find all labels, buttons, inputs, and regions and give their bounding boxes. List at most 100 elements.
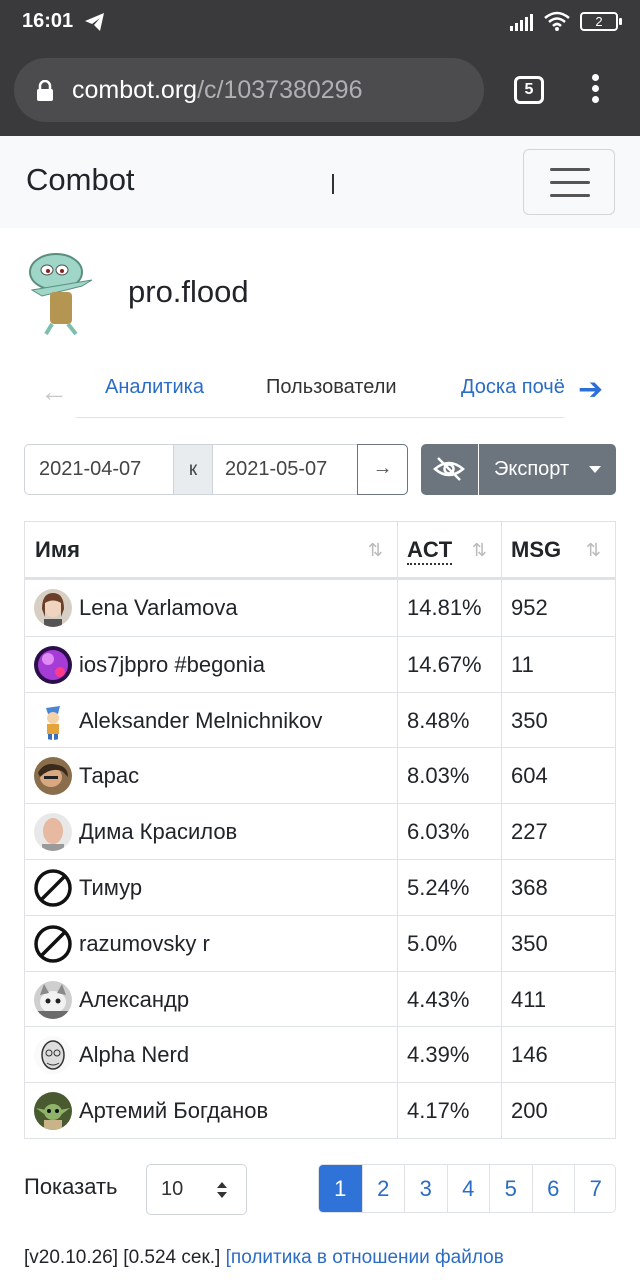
user-activity: 8.48% — [407, 707, 470, 733]
user-messages: 411 — [511, 986, 547, 1012]
user-avatar — [34, 1036, 72, 1075]
user-avatar — [34, 1092, 72, 1131]
export-label: Экспорт — [494, 458, 570, 480]
user-avatar — [34, 813, 72, 852]
more-menu-icon[interactable] — [590, 74, 600, 107]
group-title: pro.flood — [128, 274, 249, 309]
page-link-4[interactable]: 4 — [446, 1165, 490, 1212]
eye-off-icon — [433, 457, 465, 481]
table-header: Имя ⇅ ACT ⇅ MSG ⇅ — [25, 522, 615, 580]
pagination: 1 2 3 4 5 6 7 — [318, 1164, 616, 1213]
date-to-input[interactable]: 2021-05-07 — [225, 445, 327, 494]
table-row[interactable]: Артемий Богданов 4.17% 200 — [25, 1082, 615, 1138]
user-messages: 350 — [511, 707, 548, 733]
menu-toggle-button[interactable] — [523, 149, 615, 215]
page-link-1[interactable]: 1 — [319, 1165, 362, 1212]
user-avatar — [34, 701, 72, 740]
page-link-3[interactable]: 3 — [404, 1165, 447, 1212]
address-bar[interactable]: combot.org/c/1037380296 — [14, 58, 484, 122]
user-name[interactable]: Дима Красилов — [79, 804, 237, 859]
sort-icon[interactable]: ⇅ — [368, 522, 383, 578]
column-header-msg[interactable]: MSG ⇅ — [501, 522, 615, 578]
table-row[interactable]: Дима Красилов 6.03% 227 — [25, 803, 615, 859]
user-activity: 8.03% — [407, 763, 470, 789]
tab-analytics[interactable]: Аналитика — [105, 376, 204, 399]
sort-icon[interactable]: ⇅ — [586, 522, 601, 578]
user-messages: 11 — [511, 651, 534, 677]
user-messages: 146 — [511, 1042, 548, 1068]
user-activity: 6.03% — [407, 819, 470, 845]
brand-logo[interactable]: Combot — [26, 162, 135, 198]
page-size-select[interactable]: 10 — [146, 1164, 247, 1215]
table-row[interactable]: Тарас 8.03% 604 — [25, 747, 615, 803]
page-size-label: Показать — [24, 1174, 118, 1199]
user-avatar — [34, 757, 72, 796]
user-name[interactable]: Alpha Nerd — [79, 1027, 189, 1082]
status-time: 16:01 — [22, 10, 74, 32]
group-avatar — [29, 253, 93, 336]
users-table: Имя ⇅ ACT ⇅ MSG ⇅ Lena Varlamova 14.81% … — [24, 521, 616, 1139]
user-name[interactable]: Артемий Богданов — [79, 1083, 268, 1138]
hide-toggle-button[interactable] — [421, 444, 478, 495]
user-messages: 368 — [511, 874, 548, 900]
date-range-group: 2021-04-07 к 2021-05-07 → — [24, 444, 408, 495]
browser-toolbar: combot.org/c/1037380296 5 — [0, 44, 640, 136]
user-name[interactable]: Александр — [79, 972, 189, 1027]
user-name[interactable]: Aleksander Melnichnikov — [79, 693, 322, 748]
version-info: [v20.10.26] [0.524 сек.] — [24, 1247, 221, 1268]
user-avatar — [34, 980, 72, 1019]
no-photo-icon — [34, 925, 72, 963]
no-photo-icon — [34, 869, 72, 907]
scroll-left-arrow-icon[interactable]: ← — [40, 376, 68, 408]
user-name[interactable]: Lena Varlamova — [79, 580, 238, 635]
battery-icon: 2 — [580, 12, 622, 31]
user-activity: 4.17% — [407, 1098, 470, 1124]
user-activity: 4.43% — [407, 986, 470, 1012]
apply-range-button[interactable]: → — [357, 444, 408, 495]
date-from-input[interactable]: 2021-04-07 — [39, 445, 141, 494]
tab-hall-of-fame[interactable]: Доска почёта — [461, 376, 564, 399]
user-messages: 952 — [511, 595, 548, 620]
url-text: combot.org/c/1037380296 — [72, 76, 363, 104]
table-row[interactable]: Александр 4.43% 411 — [25, 970, 615, 1027]
table-row[interactable]: Aleksander Melnichnikov 8.48% 350 — [25, 691, 615, 748]
status-bar: 16:01 2 — [0, 0, 640, 44]
user-messages: 604 — [511, 763, 548, 789]
export-dropdown-button[interactable]: Экспорт — [479, 444, 616, 495]
user-name[interactable]: razumovsky r — [79, 916, 210, 971]
user-activity: 5.0% — [407, 930, 458, 956]
user-name[interactable]: Тарас — [79, 748, 139, 803]
table-body: Lena Varlamova 14.81% 952 ios7jbpro #beg… — [25, 580, 615, 1138]
user-messages: 227 — [511, 819, 548, 845]
column-header-name[interactable]: Имя ⇅ — [25, 522, 397, 578]
section-tabs: Аналитика Пользователи Доска почёта — [76, 360, 564, 418]
user-messages: 200 — [511, 1098, 548, 1124]
table-row[interactable]: razumovsky r 5.0% 350 — [25, 914, 615, 971]
user-name[interactable]: ios7jbpro #begonia — [79, 637, 265, 692]
tab-users[interactable]: Пользователи — [266, 376, 397, 399]
page-footer: [v20.10.26] [0.524 сек.] [политика в отн… — [24, 1247, 504, 1269]
table-row[interactable]: Тимур 5.24% 368 — [25, 858, 615, 915]
table-row[interactable]: Alpha Nerd 4.39% 146 — [25, 1026, 615, 1082]
user-messages: 350 — [511, 930, 548, 956]
user-activity: 4.39% — [407, 1042, 470, 1068]
sort-icon[interactable]: ⇅ — [472, 522, 487, 578]
page-link-5[interactable]: 5 — [489, 1165, 532, 1212]
user-name[interactable]: Тимур — [79, 860, 142, 915]
date-range-separator: к — [173, 445, 213, 494]
column-header-act[interactable]: ACT ⇅ — [397, 522, 501, 578]
page-link-7[interactable]: 7 — [574, 1165, 615, 1212]
text-cursor — [332, 174, 334, 194]
table-row[interactable]: ios7jbpro #begonia 14.67% 11 — [25, 635, 615, 692]
scroll-right-arrow-icon[interactable]: ➔ — [578, 372, 603, 407]
user-avatar — [34, 589, 72, 627]
tab-switcher-button[interactable]: 5 — [514, 76, 544, 104]
lock-icon — [37, 80, 53, 101]
telegram-icon — [85, 13, 104, 31]
user-avatar — [34, 645, 72, 684]
sort-updown-icon — [217, 1182, 227, 1198]
page-link-2[interactable]: 2 — [361, 1165, 405, 1212]
table-row[interactable]: Lena Varlamova 14.81% 952 — [25, 580, 615, 636]
page-link-6[interactable]: 6 — [531, 1165, 575, 1212]
file-policy-link[interactable]: [политика в отношении файлов — [226, 1247, 504, 1268]
